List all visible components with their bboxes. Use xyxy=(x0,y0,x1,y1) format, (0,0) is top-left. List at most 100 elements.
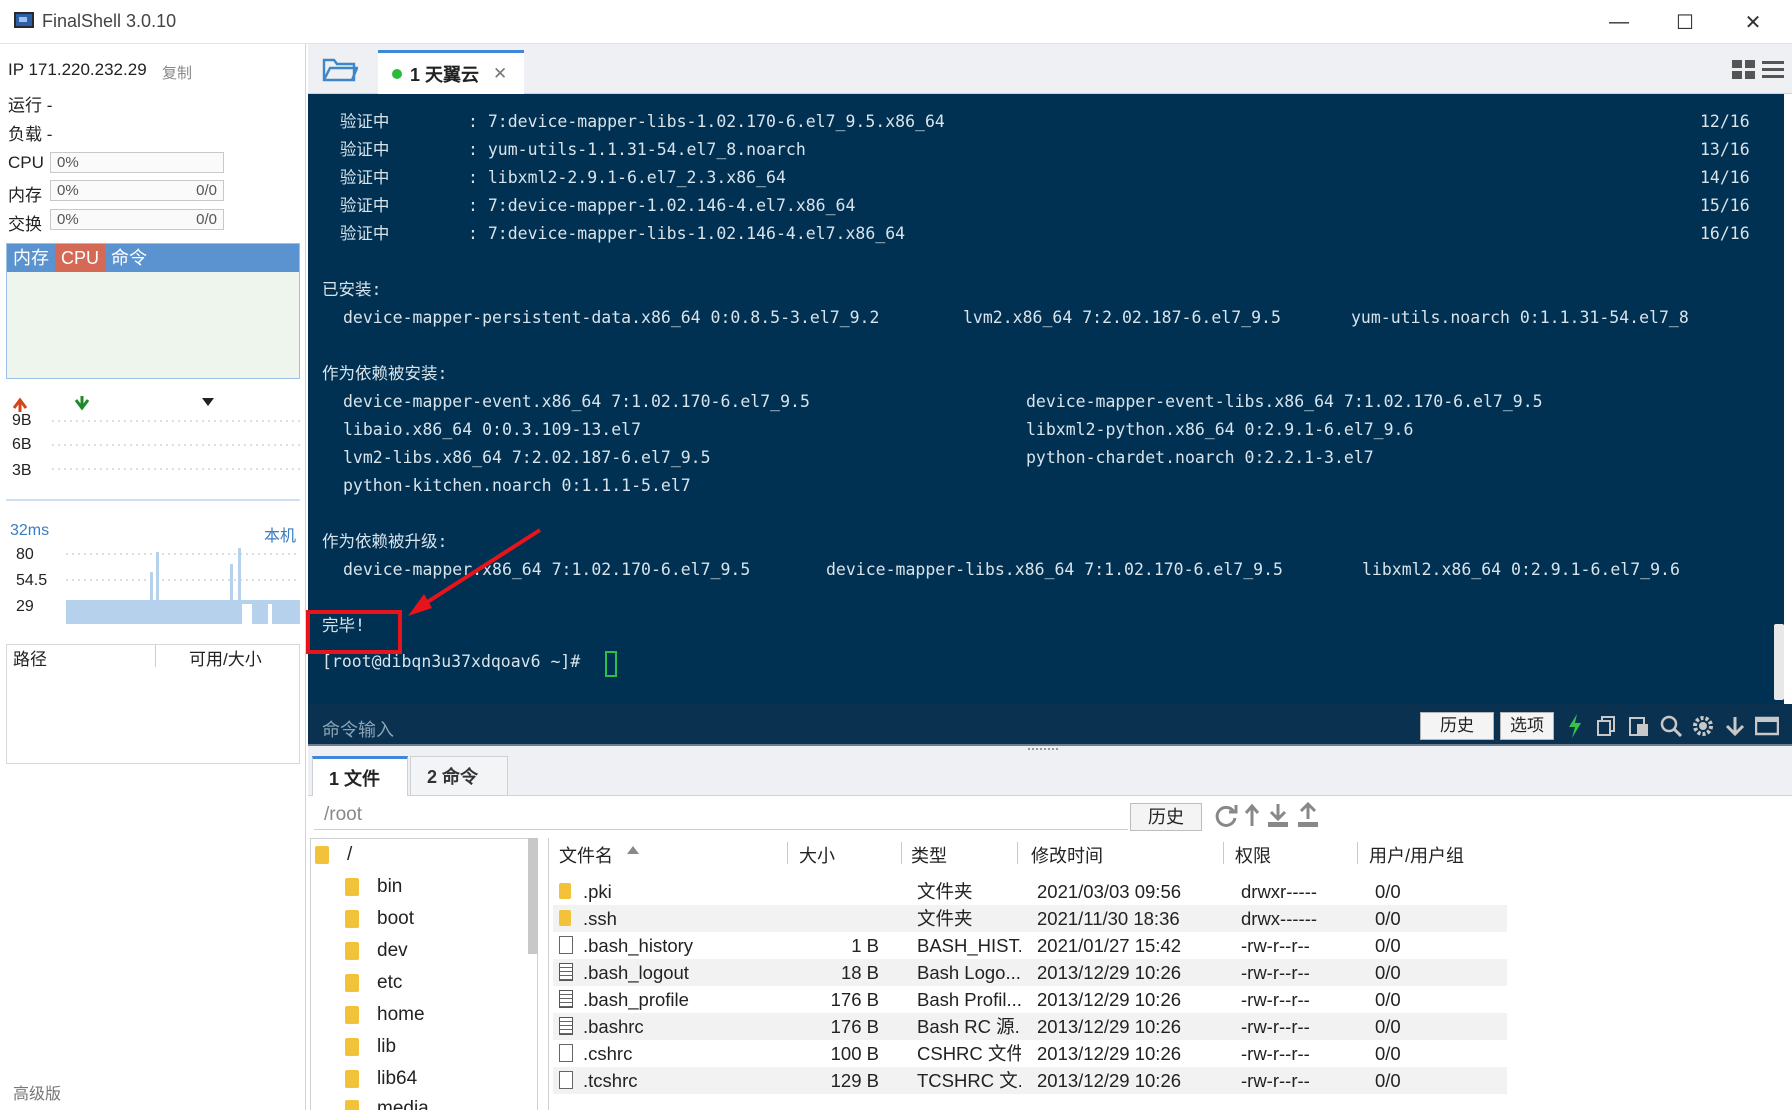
monitor-tab-command[interactable]: 命令 xyxy=(105,244,153,272)
minimize-button[interactable]: — xyxy=(1596,6,1642,38)
copy-ip-link[interactable]: 复制 xyxy=(162,62,192,83)
tree-scrollbar[interactable] xyxy=(528,838,538,954)
tree-node-media[interactable]: media xyxy=(345,1095,429,1110)
cell-perm: -rw-r--r-- xyxy=(1241,1043,1310,1064)
term-verify-count-2: 13/16 xyxy=(1700,140,1750,159)
tree-node-label: etc xyxy=(377,972,403,993)
tab-commands[interactable]: 2 命令 xyxy=(410,756,508,796)
term-dep-2a: libaio.x86_64 0:0.3.109-13.el7 xyxy=(343,420,642,439)
menu-icon[interactable] xyxy=(1762,60,1786,85)
swap-ratio: 0/0 xyxy=(196,211,217,228)
file-icon xyxy=(559,963,573,981)
col-header-owner[interactable]: 用户/用户组 xyxy=(1369,840,1464,872)
cell-mtime: 2021/11/30 18:36 xyxy=(1037,908,1180,929)
tree-node-bin[interactable]: bin xyxy=(345,873,402,901)
term-upgrade-3: libxml2.x86_64 0:2.9.1-6.el7_9.6 xyxy=(1362,560,1680,579)
up-directory-icon[interactable] xyxy=(1244,803,1260,833)
tree-node-boot[interactable]: boot xyxy=(345,905,414,933)
cell-name: .bashrc xyxy=(583,1016,644,1037)
options-button[interactable]: 选项 xyxy=(1500,712,1554,740)
folder-open-icon[interactable] xyxy=(322,56,359,82)
cell-mtime: 2013/12/29 10:26 xyxy=(1037,1070,1182,1091)
history-button[interactable]: 历史 xyxy=(1420,712,1494,740)
maximize-terminal-icon[interactable] xyxy=(1754,714,1780,738)
close-button[interactable]: ✕ xyxy=(1730,6,1776,38)
table-row[interactable]: .bash_logout 18 B Bash Logo... 2013/12/29 1… xyxy=(553,959,1507,986)
term-verify-count-1: 12/16 xyxy=(1700,112,1750,131)
cell-size: 1 B xyxy=(851,935,879,956)
search-icon[interactable] xyxy=(1658,714,1684,738)
col-header-type[interactable]: 类型 xyxy=(911,840,947,872)
table-row[interactable]: .bash_history 1 B BASH_HIST... 2021/01/27 1… xyxy=(553,932,1507,959)
grid-view-icon[interactable] xyxy=(1732,60,1756,85)
tree-node-dev[interactable]: dev xyxy=(345,937,408,965)
cell-mtime: 2013/12/29 10:26 xyxy=(1037,1043,1182,1064)
uptime-label: 运行 - xyxy=(8,96,53,115)
mem-ratio: 0/0 xyxy=(196,182,217,199)
download-file-icon[interactable] xyxy=(1266,802,1290,833)
session-tab-bar: 1 天翼云 ✕ xyxy=(308,44,1792,94)
term-verify-pkg-5: : 7:device-mapper-libs-1.02.146-4.el7.x8… xyxy=(468,224,906,243)
session-tab[interactable]: 1 天翼云 ✕ xyxy=(378,50,524,94)
lightning-icon[interactable] xyxy=(1562,714,1588,738)
load-label: 负载 - xyxy=(8,125,53,144)
path-history-button[interactable]: 历史 xyxy=(1130,803,1202,831)
col-header-name[interactable]: 文件名 xyxy=(559,840,613,872)
tree-node-home[interactable]: home xyxy=(345,1001,425,1029)
monitor-tab-cpu[interactable]: CPU xyxy=(55,244,106,272)
table-row[interactable]: .cshrc 100 B CSHRC 文件 2013/12/29 10:26 -rw-r… xyxy=(553,1040,1507,1067)
cell-owner: 0/0 xyxy=(1375,1016,1401,1037)
cell-mtime: 2013/12/29 10:26 xyxy=(1037,962,1182,983)
copy-icon[interactable] xyxy=(1594,714,1620,738)
tree-node-lib[interactable]: lib xyxy=(345,1033,396,1061)
col-header-perm[interactable]: 权限 xyxy=(1235,840,1271,872)
command-input[interactable]: 命令输入 xyxy=(322,716,394,742)
file-icon xyxy=(559,936,573,954)
gear-icon[interactable] xyxy=(1690,714,1716,738)
path-input[interactable]: /root xyxy=(314,800,1128,830)
swap-label: 交换 xyxy=(8,215,42,234)
folder-icon xyxy=(345,1100,359,1110)
swap-value: 0% xyxy=(57,211,79,228)
paste-icon[interactable] xyxy=(1626,714,1652,738)
upload-file-icon[interactable] xyxy=(1296,801,1320,833)
cell-name: .bash_profile xyxy=(583,989,689,1010)
tree-node-label: bin xyxy=(377,876,403,897)
term-installed-1: device-mapper-persistent-data.x86_64 0:0… xyxy=(343,308,880,327)
close-tab-icon[interactable]: ✕ xyxy=(493,64,507,84)
monitor-tab-memory[interactable]: 内存 xyxy=(7,244,55,272)
term-installed-3: yum-utils.noarch 0:1.1.31-54.el7_8 xyxy=(1351,308,1689,327)
terminal-scrollbar[interactable] xyxy=(1774,624,1784,700)
term-verify-count-3: 14/16 xyxy=(1700,168,1750,187)
command-bar: 命令输入 历史 选项 xyxy=(308,704,1792,746)
table-row[interactable]: .ssh 文件夹 2021/11/30 18:36 drwx------ 0/0 xyxy=(553,905,1507,932)
table-row[interactable]: .tcshrc 129 B TCSHRC 文... 2013/12/29 10:26 -… xyxy=(553,1067,1507,1094)
table-row[interactable]: .bash_profile 176 B Bash Profil... 2013/12/… xyxy=(553,986,1507,1013)
file-icon xyxy=(559,1017,573,1035)
term-upgrade-2: device-mapper-libs.x86_64 7:1.02.170-6.e… xyxy=(826,560,1283,579)
cell-owner: 0/0 xyxy=(1375,881,1401,902)
cell-type: TCSHRC 文... xyxy=(917,1070,1021,1091)
refresh-icon[interactable] xyxy=(1214,804,1238,833)
table-row[interactable]: .bashrc 176 B Bash RC 源... 2013/12/29 10:26… xyxy=(553,1013,1507,1040)
tab-files[interactable]: 1 文件 xyxy=(312,756,408,796)
term-verify-label-5: 验证中 xyxy=(320,224,390,243)
tree-node-etc[interactable]: etc xyxy=(345,969,402,997)
term-dep-header: 作为依赖被安装: xyxy=(322,364,448,383)
terminal[interactable]: 验证中 : 7:device-mapper-libs-1.02.170-6.el… xyxy=(308,94,1784,704)
tree-node-lib64[interactable]: lib64 xyxy=(345,1065,417,1093)
col-header-size[interactable]: 大小 xyxy=(799,840,835,872)
download-icon[interactable] xyxy=(1722,714,1748,738)
folder-icon xyxy=(345,910,359,928)
tree-node-label: media xyxy=(377,1098,429,1110)
swap-meter: 0% 0/0 xyxy=(50,209,224,230)
col-header-mtime[interactable]: 修改时间 xyxy=(1031,840,1103,872)
cell-mtime: 2021/01/27 15:42 xyxy=(1037,935,1182,956)
table-row[interactable]: .pki 文件夹 2021/03/03 09:56 drwxr----- 0/0 xyxy=(553,878,1507,905)
maximize-button[interactable]: ☐ xyxy=(1662,6,1708,38)
cell-type: 文件夹 xyxy=(917,908,973,929)
net-tick-6b: 6B xyxy=(12,436,32,453)
cell-type: Bash Logo... xyxy=(917,962,1021,983)
term-verify-pkg-1: : 7:device-mapper-libs-1.02.170-6.el7_9.… xyxy=(468,112,945,131)
tree-node-root[interactable]: / xyxy=(315,841,352,869)
